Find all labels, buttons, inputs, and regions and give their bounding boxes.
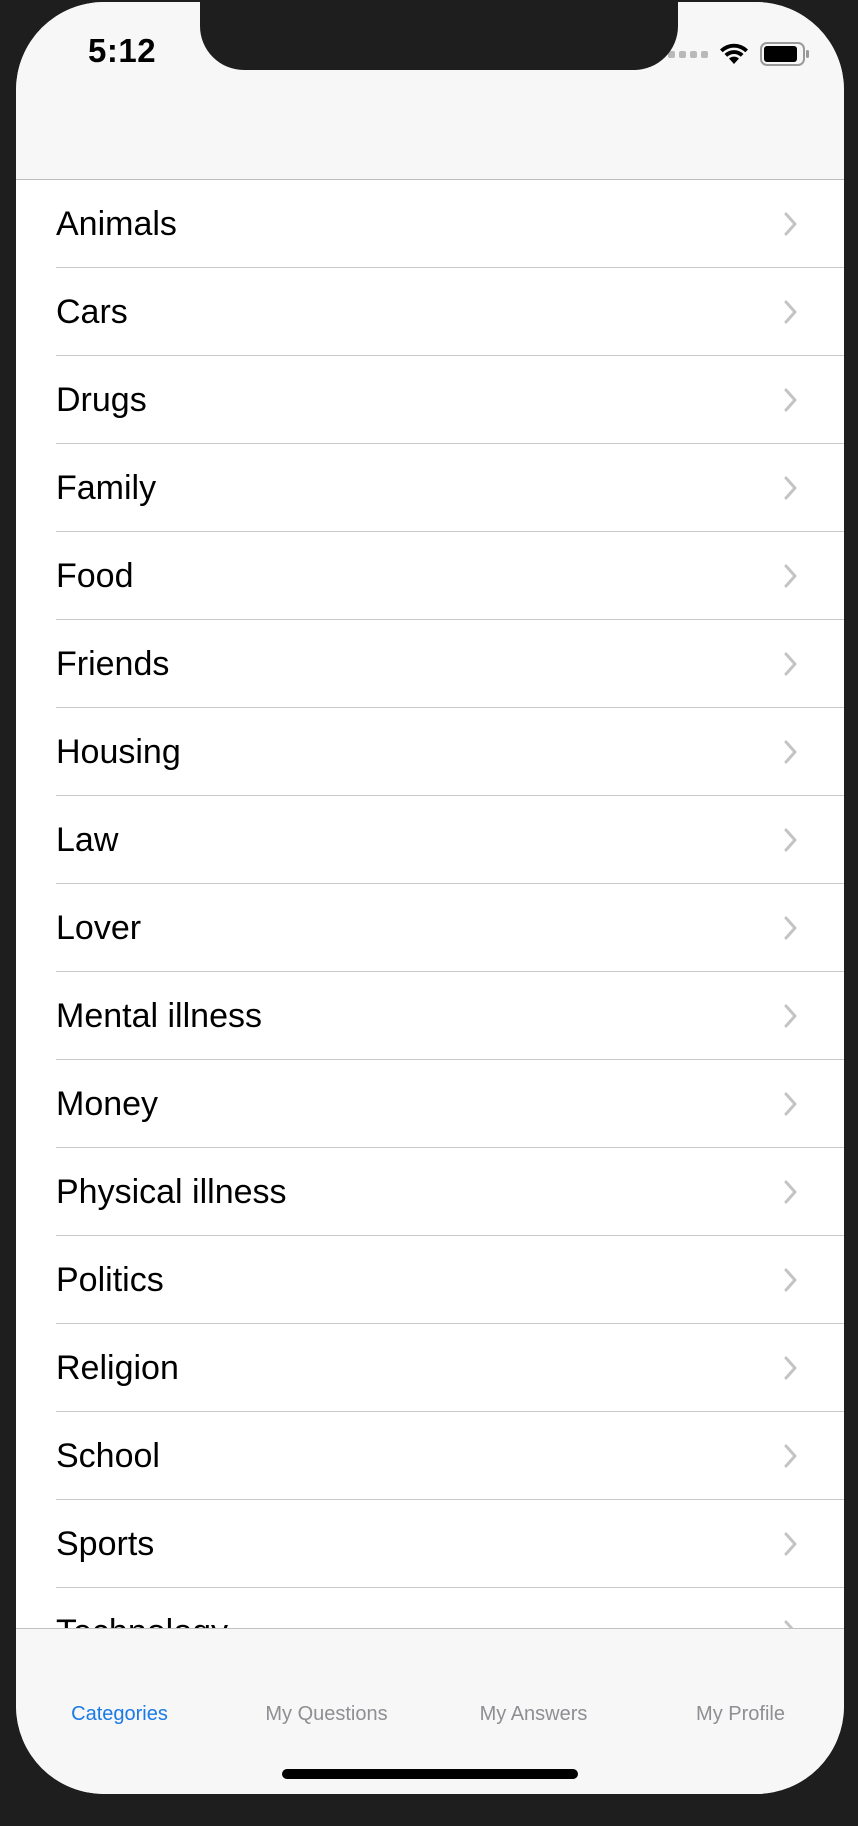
list-item-label: Physical illness	[56, 1172, 287, 1211]
chevron-right-icon	[784, 740, 797, 764]
categories-list[interactable]: Animals Cars Drugs Family Food Friends Housing…	[16, 180, 844, 1628]
list-item-label: School	[56, 1436, 160, 1475]
cellular-signal-icon	[668, 50, 708, 58]
wifi-icon	[720, 43, 748, 64]
chevron-right-icon	[784, 476, 797, 500]
chevron-right-icon	[784, 388, 797, 412]
list-item[interactable]: School	[16, 1412, 844, 1500]
tab-my-profile[interactable]: My Profile	[637, 1703, 844, 1726]
battery-icon	[760, 42, 809, 66]
list-item-label: Sports	[56, 1524, 155, 1563]
app-screen: 5:12 Animals Cars Drugs Family Food Friends Ho…	[16, 2, 844, 1794]
home-indicator	[282, 1769, 578, 1779]
list-item-label: Politics	[56, 1260, 164, 1299]
chevron-right-icon	[784, 1356, 797, 1380]
list-item-label: Food	[56, 556, 134, 595]
list-item-label: Housing	[56, 732, 181, 771]
list-item[interactable]: Food	[16, 532, 844, 620]
list-item-label: Money	[56, 1084, 159, 1123]
tab-my-questions[interactable]: My Questions	[223, 1703, 430, 1726]
list-item-label: Religion	[56, 1348, 179, 1387]
list-item[interactable]: Drugs	[16, 356, 844, 444]
device-notch	[200, 2, 678, 70]
device-bezel: 5:12 Animals Cars Drugs Family Food Friends Ho…	[0, 0, 858, 1826]
status-bar-indicators	[668, 40, 810, 68]
chevron-right-icon	[784, 212, 797, 236]
chevron-right-icon	[784, 1004, 797, 1028]
list-item-label: Animals	[56, 204, 177, 243]
chevron-right-icon	[784, 828, 797, 852]
chevron-right-icon	[784, 1180, 797, 1204]
list-item[interactable]: Politics	[16, 1236, 844, 1324]
list-item-label: Family	[56, 468, 157, 507]
chevron-right-icon	[784, 1092, 797, 1116]
list-item[interactable]: Lover	[16, 884, 844, 972]
list-item[interactable]: Mental illness	[16, 972, 844, 1060]
tab-bar: Categories My Questions My Answers My Pr…	[16, 1628, 844, 1794]
list-item-label: Law	[56, 820, 119, 859]
list-item-label: Technology	[56, 1613, 228, 1629]
chevron-right-icon	[784, 1620, 794, 1628]
list-item[interactable]: Friends	[16, 620, 844, 708]
list-item[interactable]: Sports	[16, 1500, 844, 1588]
chevron-right-icon	[784, 564, 797, 588]
chevron-right-icon	[784, 916, 797, 940]
list-item[interactable]: Physical illness	[16, 1148, 844, 1236]
list-item[interactable]: Technology	[16, 1588, 844, 1628]
list-item[interactable]: Law	[16, 796, 844, 884]
list-item[interactable]: Religion	[16, 1324, 844, 1412]
list-item-label: Cars	[56, 292, 128, 331]
chevron-right-icon	[784, 300, 797, 324]
list-item-label: Lover	[56, 908, 142, 947]
list-item-label: Drugs	[56, 380, 147, 419]
list-item[interactable]: Money	[16, 1060, 844, 1148]
chevron-right-icon	[784, 1444, 797, 1468]
list-item[interactable]: Housing	[16, 708, 844, 796]
chevron-right-icon	[784, 1268, 797, 1292]
list-item[interactable]: Animals	[16, 180, 844, 268]
tab-my-answers[interactable]: My Answers	[430, 1703, 637, 1726]
list-item[interactable]: Family	[16, 444, 844, 532]
list-item[interactable]: Cars	[16, 268, 844, 356]
list-item-label: Mental illness	[56, 996, 262, 1035]
list-item-label: Friends	[56, 644, 170, 683]
tab-categories[interactable]: Categories	[16, 1703, 223, 1726]
chevron-right-icon	[784, 1532, 797, 1556]
chevron-right-icon	[784, 652, 797, 676]
status-bar-time: 5:12	[88, 32, 157, 69]
